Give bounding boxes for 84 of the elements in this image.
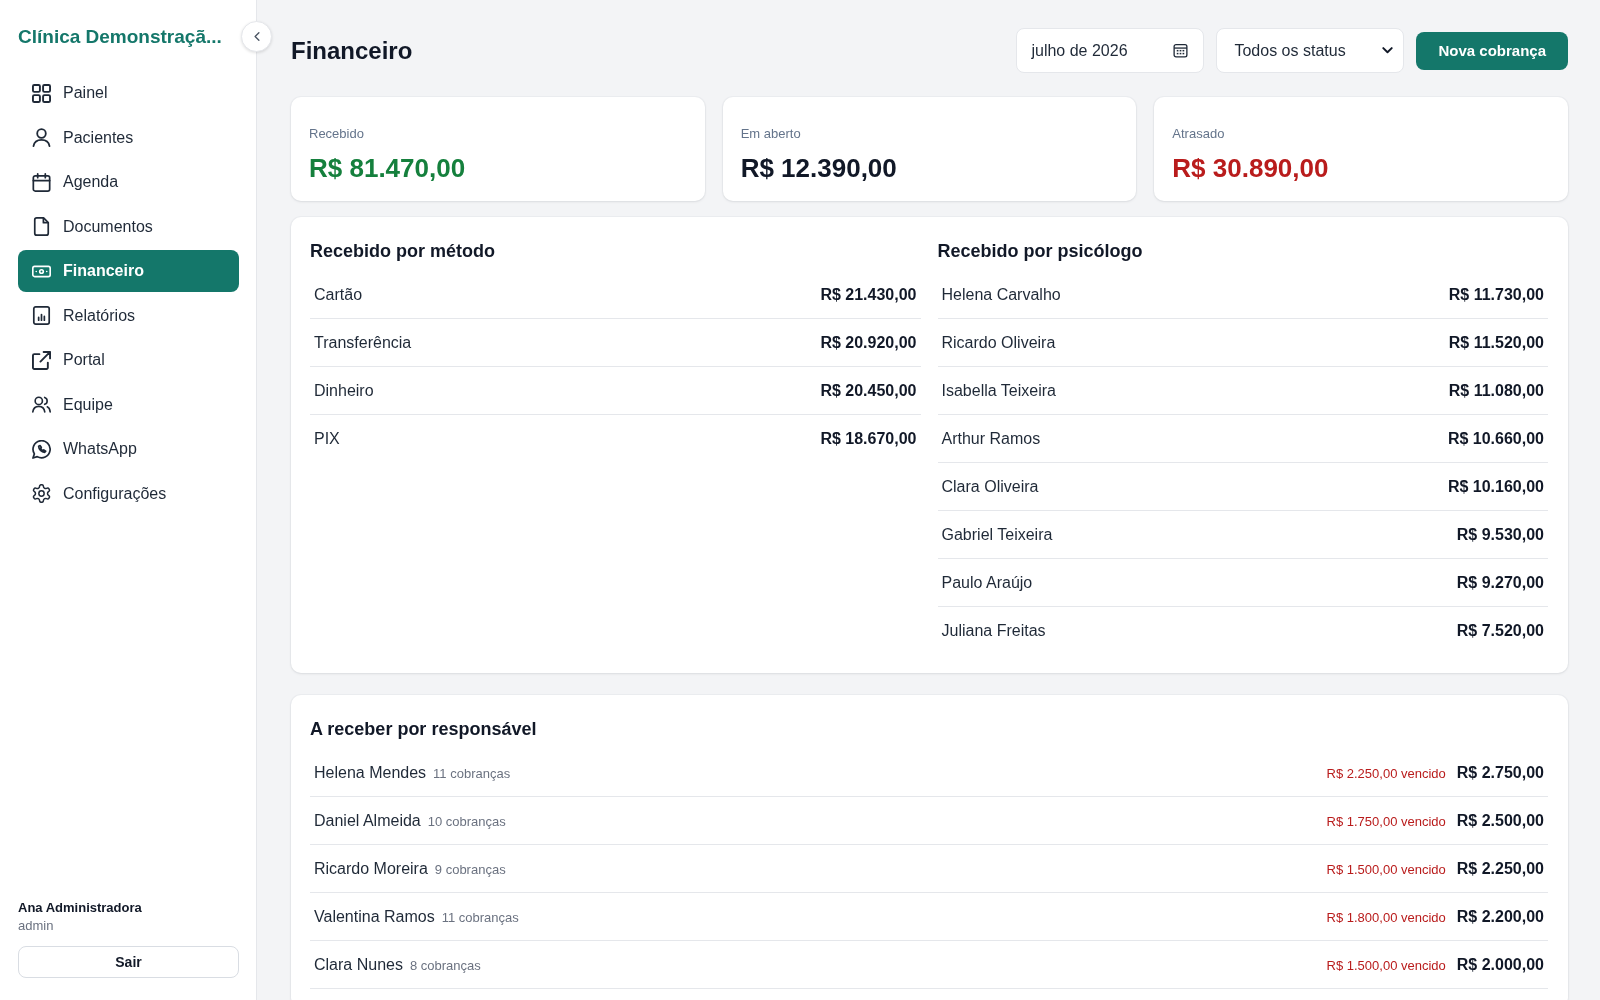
amount-value: R$ 9.270,00 [1456,573,1544,592]
status-select[interactable]: Todos os status [1216,28,1405,73]
amount-value: R$ 11.520,00 [1448,333,1544,352]
sidebar-item[interactable]: Pacientes [18,116,239,159]
user-role: admin [18,917,55,935]
sidebar-item[interactable]: Documentos [18,205,239,248]
amount-value: R$ 2.000,00 [1456,955,1544,974]
row-label: Clara Oliveira [941,477,1039,496]
section-title: Recebido por psicólogo [937,240,1144,263]
clinic-name: Clínica Demonstraçã... [18,25,223,49]
amount-value: R$ 21.430,00 [820,285,917,304]
responsible-name: Ricardo Moreira [314,859,428,878]
row-label: Isabella Teixeira [941,381,1056,400]
chevron-down-icon [1382,47,1394,54]
sidebar-item[interactable]: Equipe [18,383,239,426]
sidebar-item[interactable]: Portal [18,339,239,381]
row-label: Gabriel Teixeira [941,525,1053,544]
amount-value: R$ 20.920,00 [820,333,917,352]
amount-value: R$ 20.450,00 [820,381,917,400]
new-charge-button[interactable]: Nova cobrança [1416,31,1568,70]
overdue-amount: R$ 1.500,00 vencido [1326,957,1446,973]
sidebar-item[interactable]: Agenda [18,161,239,203]
sidebar-item[interactable]: Configurações [18,472,239,515]
card-value: R$ 30.890,00 [1172,152,1330,184]
amount-value: R$ 2.250,00 [1456,859,1544,878]
row-label: Cartão [314,285,363,304]
charge-count: 11 cobranças [441,909,519,925]
responsible-name: Valentina Ramos [314,907,435,926]
responsible-name: Clara Nunes [314,955,403,974]
row-label: Arthur Ramos [941,429,1041,448]
document-icon [32,217,51,236]
row-label: Helena Carvalho [941,285,1061,304]
card-label: Recebido [309,125,365,143]
grid-icon [32,83,51,103]
amount-value: R$ 11.080,00 [1448,381,1544,400]
responsible-name: Daniel Almeida [314,811,421,830]
sidebar-item[interactable]: Painel [18,72,239,114]
card-value: R$ 81.470,00 [309,152,467,184]
sidebar-item[interactable]: Relatórios [18,294,239,337]
amount-value: R$ 10.160,00 [1447,477,1544,496]
chat-phone-icon [32,439,51,459]
charge-count: 11 cobranças [433,765,511,781]
chevron-left-icon [253,32,260,41]
row-label: Paulo Araújo [941,573,1033,592]
card-label: Em aberto [740,125,802,143]
section-title: Recebido por método [310,240,496,263]
amount-value: R$ 9.530,00 [1456,525,1544,544]
logout-button[interactable]: Sair [18,946,239,978]
amount-value: R$ 2.500,00 [1456,811,1544,830]
month-field[interactable]: julho de 2026 [1016,28,1205,73]
card-value: R$ 12.390,00 [740,152,898,184]
user-icon [32,128,51,147]
charge-count: 8 cobranças [409,957,481,973]
external-link-icon [32,350,51,370]
calendar-icon [1173,43,1189,58]
collapse-button[interactable] [241,21,272,52]
page-title: Financeiro [291,36,413,65]
amount-value: R$ 7.520,00 [1456,622,1544,640]
card-label: Atrasado [1172,125,1226,143]
amount-value: R$ 2.750,00 [1456,763,1544,782]
row-label: PIX [314,430,340,448]
amount-value: R$ 18.670,00 [820,430,917,448]
row-label: Transferência [314,333,412,352]
users-icon [32,395,51,414]
responsible-name: Helena Mendes [314,763,427,782]
amount-value: R$ 10.660,00 [1447,429,1544,448]
amount-value: R$ 2.200,00 [1456,907,1544,926]
amount-value: R$ 11.730,00 [1448,285,1544,304]
sidebar-item[interactable]: Financeiro [18,250,239,292]
settings-icon [32,484,51,503]
overdue-amount: R$ 1.500,00 vencido [1326,861,1446,877]
charge-count: 9 cobranças [434,861,506,877]
row-label: Juliana Freitas [941,622,1046,640]
bar-chart-icon [32,306,51,325]
sidebar-item[interactable]: WhatsApp [18,428,239,470]
row-label: Ricardo Oliveira [941,333,1056,352]
row-label: Dinheiro [314,381,374,400]
section-title: A receber por responsável [310,718,538,741]
overdue-amount: R$ 1.800,00 vencido [1326,909,1446,925]
charge-count: 10 cobranças [427,813,506,829]
overdue-amount: R$ 1.750,00 vencido [1326,813,1446,829]
overdue-amount: R$ 2.250,00 vencido [1326,765,1446,781]
user-name: Ana Administradora [18,899,143,917]
calendar-icon [32,172,51,192]
